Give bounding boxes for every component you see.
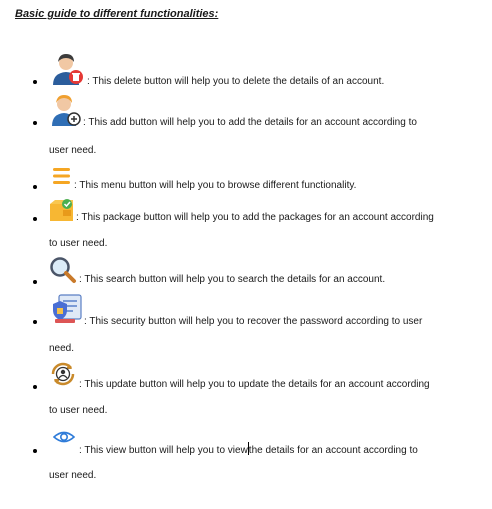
security-icon[interactable] <box>51 292 83 326</box>
bullet <box>33 80 37 84</box>
item-text: : This add button will help you to add t… <box>83 117 417 128</box>
bullet <box>33 121 37 125</box>
item-text-continued: to user need. <box>49 238 108 249</box>
bullet <box>33 320 37 324</box>
page-title: Basic guide to different functionalities… <box>15 8 219 20</box>
delete-user-icon[interactable] <box>49 51 85 87</box>
bullet <box>33 280 37 284</box>
menu-icon[interactable] <box>52 166 72 186</box>
item-text-continued: to user need. <box>49 405 108 416</box>
item-text-continued: need. <box>49 343 75 354</box>
bullet <box>33 185 37 189</box>
view-eye-icon[interactable] <box>53 430 75 444</box>
bullet <box>33 385 37 389</box>
update-icon[interactable] <box>49 360 77 388</box>
item-text: : This security button will help you to … <box>84 316 423 327</box>
item-text-continued: user need. <box>49 470 97 481</box>
item-text: : This menu button will help you to brow… <box>74 180 357 191</box>
item-text: : This update button will help you to up… <box>79 379 430 390</box>
item-text-part: : This view button will help you to view <box>79 445 248 456</box>
item-text-continued: user need. <box>49 145 97 156</box>
bullet <box>33 217 37 221</box>
package-icon[interactable] <box>49 198 75 222</box>
item-text: : This view button will help you to view… <box>79 442 418 457</box>
item-text-part: the details for an account according to <box>248 445 418 456</box>
item-text: : This package button will help you to a… <box>76 212 434 223</box>
search-icon[interactable] <box>49 256 77 284</box>
bullet <box>33 449 37 453</box>
add-user-icon[interactable] <box>49 92 83 128</box>
item-text: : This search button will help you to se… <box>79 274 386 285</box>
item-text: : This delete button will help you to de… <box>87 76 385 87</box>
